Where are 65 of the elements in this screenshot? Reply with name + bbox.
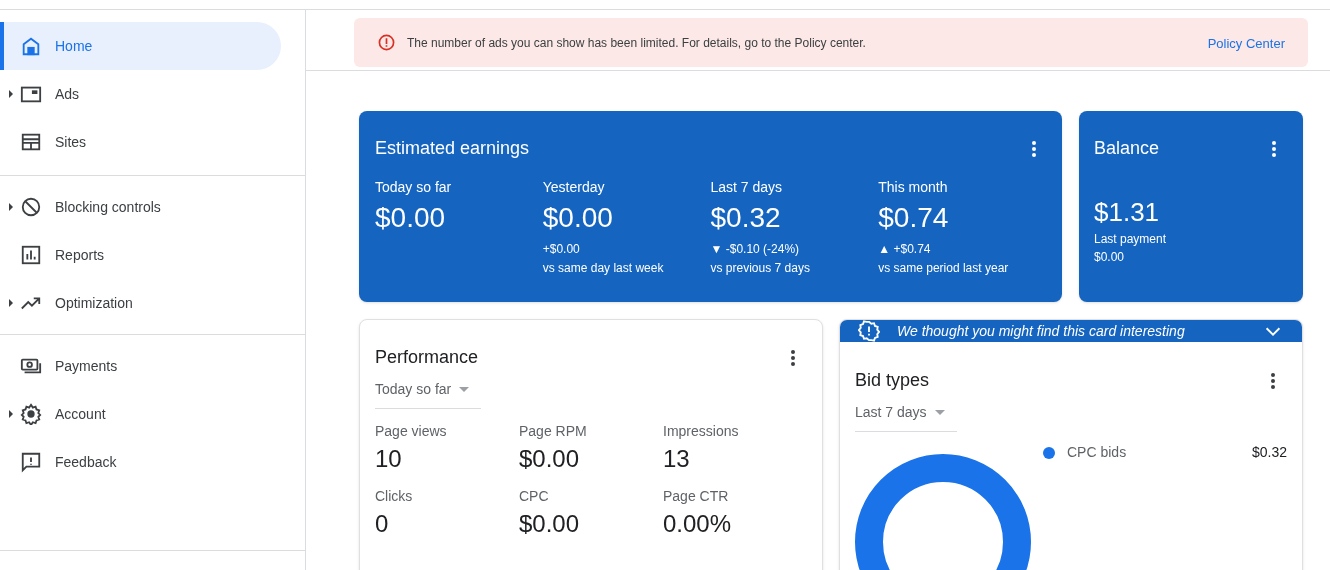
home-icon (20, 35, 42, 57)
suggestion-message: We thought you might find this card interesting (897, 321, 1186, 341)
nav-item[interactable]: Account (0, 390, 281, 438)
layout-icon (20, 131, 42, 153)
expand-caret-icon[interactable] (9, 90, 13, 98)
metric-value: 0.00% (663, 509, 733, 539)
expand-caret-icon[interactable] (9, 410, 13, 418)
metric-value: $0.00 (519, 509, 581, 539)
legend-label: CPC bids (1067, 443, 1128, 462)
metric-comparison: vs previous 7 days (710, 260, 811, 277)
balance-value: $1.31 (1094, 196, 1161, 228)
nav-item[interactable]: Blocking controls (0, 183, 281, 231)
metric-change: ▼ -$0.10 (-24%) (710, 241, 801, 258)
metric-label: Today so far (375, 178, 453, 197)
metric-value: 10 (375, 444, 403, 474)
more-options-icon[interactable] (1272, 140, 1276, 157)
last-payment-label: Last payment (1094, 231, 1168, 248)
dropdown-caret-icon (459, 387, 470, 392)
nav-item[interactable]: Feedback (0, 438, 281, 486)
more-options-icon[interactable] (1032, 140, 1036, 157)
period-dropdown[interactable]: Today so far (375, 379, 482, 409)
more-options-icon[interactable] (1271, 372, 1275, 389)
metric-label: Last 7 days (710, 178, 784, 197)
nav-item[interactable]: Optimization (0, 279, 281, 327)
card-title: Balance (1094, 137, 1160, 160)
metric-value: 13 (663, 444, 691, 474)
metric-value: 0 (375, 509, 390, 539)
expand-caret-icon[interactable] (9, 203, 13, 211)
metric-value: $0.00 (542, 201, 614, 235)
metric-value: $0.00 (375, 201, 447, 235)
metric-change: ▲ +$0.74 (878, 241, 932, 258)
metric-label: This month (878, 178, 949, 197)
metric-change: +$0.00 (542, 241, 581, 258)
metric-label: Yesterday (542, 178, 606, 197)
settings-icon (20, 403, 42, 425)
expand-caret-icon[interactable] (9, 299, 13, 307)
metric-value: $0.32 (710, 201, 782, 235)
metric-label: CPC (519, 487, 550, 506)
card-title: Performance (375, 346, 479, 369)
metric-label: Page RPM (519, 422, 588, 441)
period-dropdown[interactable]: Last 7 days (855, 402, 957, 432)
nav-item[interactable]: Sites (0, 118, 281, 166)
metric-label: Page views (375, 422, 448, 441)
metric-comparison: vs same period last year (878, 260, 1010, 277)
metric-label: Page CTR (663, 487, 730, 506)
policy-center-link[interactable]: Policy Center (1207, 34, 1285, 54)
card-title: Estimated earnings (375, 137, 530, 160)
metric-label: Impressions (663, 422, 740, 441)
last-payment-value: $0.00 (1094, 249, 1126, 266)
error-icon (378, 34, 395, 51)
feedback-icon (20, 451, 42, 473)
block-icon (20, 196, 42, 218)
nav-item[interactable]: Reports (0, 231, 281, 279)
bar-chart-icon (20, 244, 42, 266)
dropdown-caret-icon (934, 410, 945, 415)
nav-item[interactable]: Payments (0, 342, 281, 390)
more-options-icon[interactable] (791, 349, 795, 366)
metric-value: $0.00 (519, 444, 581, 474)
warning-message: The number of ads you can show has been limited. For details, go to the Policy center. (407, 34, 867, 52)
legend-value: $0.32 (1251, 443, 1287, 462)
card-title: Bid types (855, 369, 930, 392)
metric-value: $0.74 (878, 201, 950, 235)
metric-comparison: vs same day last week (542, 260, 665, 277)
nav-item[interactable]: Ads (0, 70, 281, 118)
metric-label: Clicks (375, 487, 414, 506)
